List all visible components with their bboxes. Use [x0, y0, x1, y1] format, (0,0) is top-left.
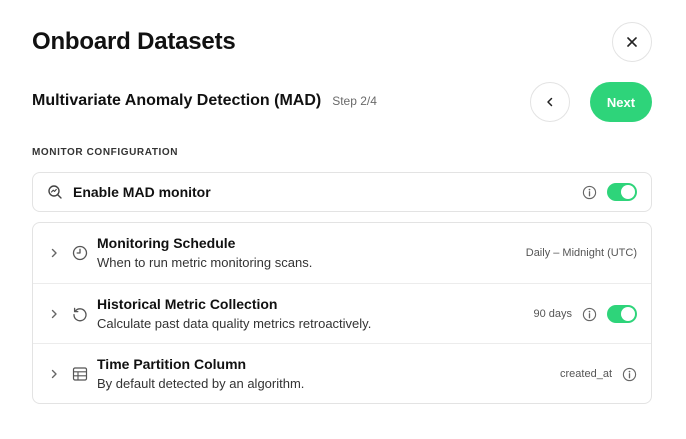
list-item-time-partition-column[interactable]: Time Partition Column By default detecte…: [33, 343, 651, 403]
row-right: Daily – Midnight (UTC): [526, 223, 637, 283]
historical-collection-toggle[interactable]: [607, 305, 637, 323]
row-title: Monitoring Schedule: [97, 235, 236, 251]
row-right: created_at: [560, 344, 637, 404]
section-label: MONITOR CONFIGURATION: [32, 147, 179, 158]
row-title: Time Partition Column: [97, 356, 247, 372]
schedule-value: Daily – Midnight (UTC): [525, 247, 637, 259]
search-chart-icon: [47, 184, 63, 200]
row-right: 90 days: [533, 284, 637, 344]
partition-column-value: created_at: [560, 368, 612, 380]
info-icon[interactable]: [622, 367, 637, 382]
enable-mad-toggle[interactable]: [607, 183, 637, 201]
next-button[interactable]: Next: [590, 82, 652, 122]
back-button[interactable]: [530, 82, 570, 122]
row-text: Historical Metric Collection Calculate p…: [97, 296, 371, 332]
enable-mad-label: Enable MAD monitor: [73, 184, 211, 200]
row-text: Monitoring Schedule When to run metric m…: [97, 235, 312, 271]
chevron-right-icon[interactable]: [50, 309, 58, 319]
step-indicator: Step 2/4: [332, 94, 377, 108]
wizard-subtitle: Multivariate Anomaly Detection (MAD): [32, 92, 322, 109]
info-icon[interactable]: [582, 185, 597, 200]
config-list: Monitoring Schedule When to run metric m…: [32, 222, 652, 404]
wizard-header: Multivariate Anomaly Detection (MAD) Ste…: [32, 92, 377, 110]
chevron-right-icon[interactable]: [50, 369, 58, 379]
chevron-right-icon[interactable]: [50, 248, 58, 258]
page-title: Onboard Datasets: [32, 28, 236, 55]
list-item-monitoring-schedule[interactable]: Monitoring Schedule When to run metric m…: [33, 223, 651, 283]
close-button[interactable]: [612, 22, 652, 62]
info-icon[interactable]: [582, 307, 597, 322]
close-icon: [626, 36, 638, 48]
table-icon: [72, 366, 88, 382]
row-description: Calculate past data quality metrics retr…: [97, 316, 372, 331]
clock-icon: [72, 245, 88, 261]
history-icon: [72, 306, 88, 322]
row-title: Historical Metric Collection: [97, 296, 278, 312]
history-value: 90 days: [533, 308, 572, 320]
row-text: Time Partition Column By default detecte…: [97, 356, 304, 392]
row-description: By default detected by an algorithm.: [97, 376, 305, 391]
list-item-historical-metric-collection[interactable]: Historical Metric Collection Calculate p…: [33, 283, 651, 343]
chevron-left-icon: [545, 97, 555, 107]
row-description: When to run metric monitoring scans.: [97, 255, 313, 270]
enable-mad-card: Enable MAD monitor: [32, 172, 652, 212]
